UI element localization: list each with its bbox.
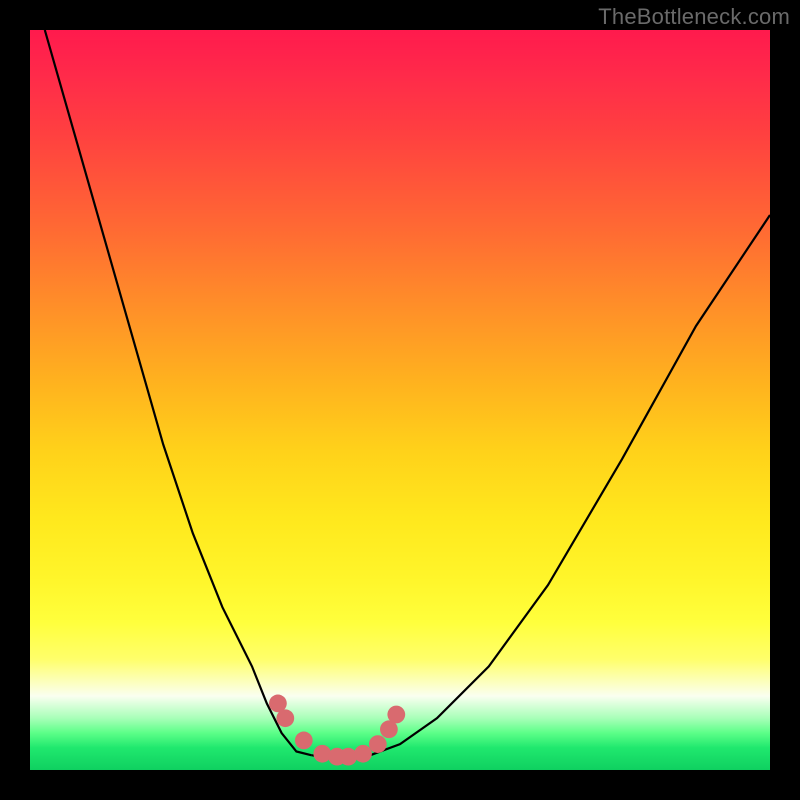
- chart-frame: TheBottleneck.com: [0, 0, 800, 800]
- valley-marker: [369, 735, 387, 753]
- valley-marker: [387, 706, 405, 724]
- valley-marker: [313, 745, 331, 763]
- valley-marker: [295, 732, 313, 750]
- curve-right-branch: [370, 215, 770, 755]
- valley-marker: [276, 709, 294, 727]
- curve-path-group: [45, 30, 770, 758]
- bottleneck-curve: [30, 30, 770, 770]
- valley-marker-group: [269, 695, 405, 766]
- curve-left-branch: [45, 30, 311, 755]
- valley-marker: [354, 745, 372, 763]
- plot-area: [30, 30, 770, 770]
- valley-marker: [339, 748, 357, 766]
- watermark-text: TheBottleneck.com: [598, 4, 790, 30]
